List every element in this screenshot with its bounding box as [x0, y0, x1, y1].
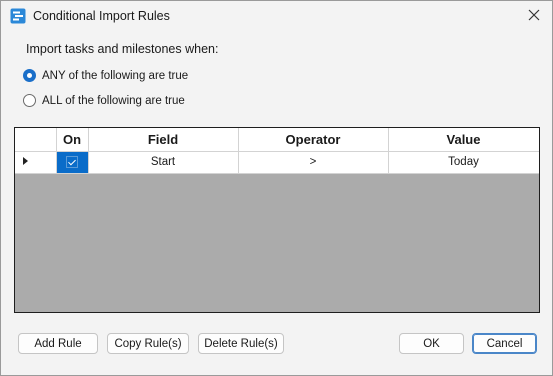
rules-grid[interactable]: On Field Operator Value Start > Today: [14, 127, 540, 313]
close-button[interactable]: [521, 5, 547, 27]
import-condition-heading: Import tasks and milestones when:: [26, 42, 219, 56]
cancel-button[interactable]: Cancel: [472, 333, 537, 354]
table-row[interactable]: Start > Today: [15, 151, 539, 174]
title-bar[interactable]: Conditional Import Rules: [1, 1, 552, 31]
close-icon: [528, 9, 540, 24]
rule-on-checkbox[interactable]: [66, 155, 78, 168]
rule-field-cell[interactable]: Start: [88, 151, 239, 174]
grid-header-row: On Field Operator Value: [15, 128, 539, 152]
row-header-corner: [15, 128, 57, 152]
rule-value-cell[interactable]: Today: [388, 151, 539, 174]
column-header-on[interactable]: On: [56, 128, 89, 152]
radio-any[interactable]: ANY of the following are true: [23, 69, 188, 82]
rule-operator-cell[interactable]: >: [238, 151, 389, 174]
column-header-operator[interactable]: Operator: [238, 128, 389, 152]
rules-list-icon: [10, 8, 26, 24]
rule-on-cell[interactable]: [56, 151, 89, 174]
radio-all[interactable]: ALL of the following are true: [23, 94, 185, 107]
delete-rules-button[interactable]: Delete Rule(s): [198, 333, 284, 354]
column-header-value[interactable]: Value: [388, 128, 539, 152]
column-header-field[interactable]: Field: [88, 128, 239, 152]
ok-button[interactable]: OK: [399, 333, 464, 354]
window-title: Conditional Import Rules: [33, 9, 170, 23]
radio-all-label: ALL of the following are true: [42, 94, 185, 107]
row-header[interactable]: [15, 151, 57, 174]
copy-rules-button[interactable]: Copy Rule(s): [107, 333, 189, 354]
radio-any-button[interactable]: [23, 69, 36, 82]
dialog-window: Conditional Import Rules Import tasks an…: [0, 0, 553, 376]
radio-any-label: ANY of the following are true: [42, 69, 189, 82]
current-row-arrow-icon: [22, 157, 28, 165]
add-rule-button[interactable]: Add Rule: [18, 333, 98, 354]
radio-all-button[interactable]: [23, 94, 36, 107]
